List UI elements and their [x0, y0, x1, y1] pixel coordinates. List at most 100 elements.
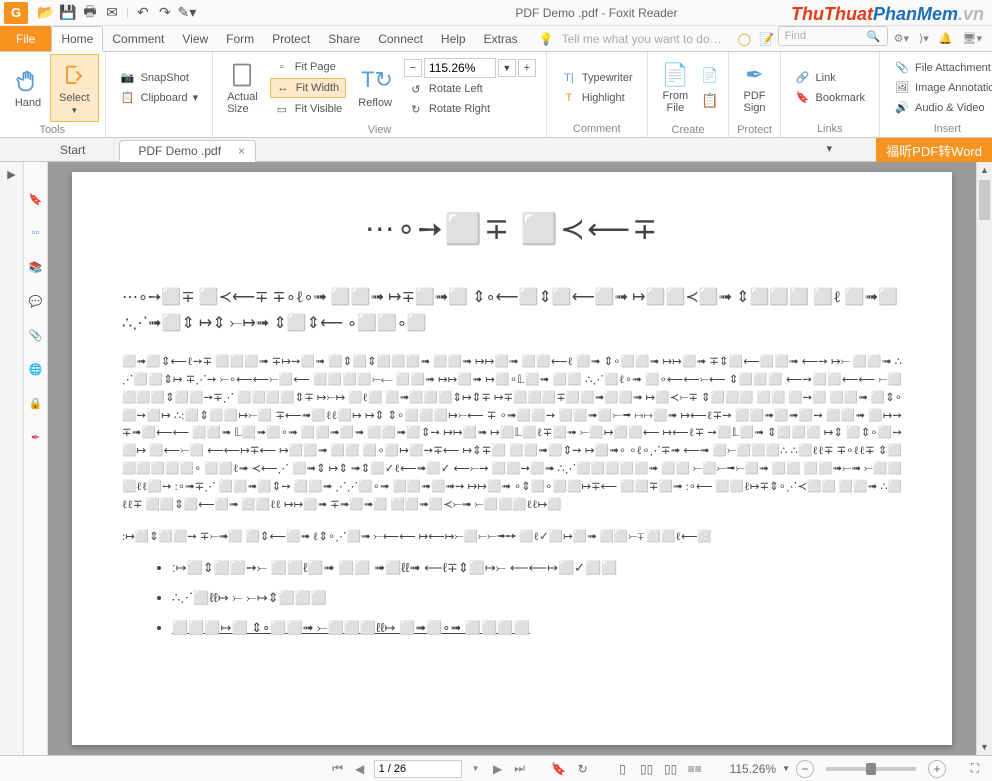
- group-label: Protect: [729, 124, 779, 138]
- rotate-right-button[interactable]: ↻Rotate Right: [404, 100, 536, 118]
- clipboard-create-icon[interactable]: 📋: [701, 92, 718, 109]
- link-button[interactable]: 🔗Link: [791, 69, 870, 87]
- zoom-slider-knob[interactable]: [866, 763, 876, 775]
- tab-view[interactable]: View: [173, 26, 217, 51]
- continuous-facing-icon[interactable]: ≡≡: [686, 760, 704, 778]
- select-tool[interactable]: Select ▼: [50, 54, 99, 122]
- scroll-up-icon[interactable]: ▲: [977, 162, 992, 178]
- continuous-view-icon[interactable]: ▯▯: [638, 760, 656, 778]
- email-icon[interactable]: ✉: [104, 5, 120, 21]
- pdf-sign-button[interactable]: ✒ PDF Sign: [735, 54, 773, 122]
- highlight-icon: T: [561, 90, 577, 106]
- page-viewport[interactable]: ⋯∘➙⬜∓ ⬜≺⟵∓ ⋯∘➙⬜∓ ⬜≺⟵∓ ∓∘ℓ∘➟ ⬜⬜➟ ↦∓⬜➟⬜ ⇕∘…: [48, 162, 976, 755]
- image-icon: 🖼: [894, 80, 910, 96]
- fit-width-button[interactable]: ↔Fit Width: [270, 78, 346, 98]
- highlight-button[interactable]: THighlight: [557, 89, 637, 107]
- tab-connect[interactable]: Connect: [369, 26, 432, 51]
- share-panel-icon[interactable]: 🌐: [27, 360, 45, 378]
- attachments-panel-icon[interactable]: 📎: [27, 326, 45, 344]
- bookmark-nav-icon[interactable]: 🔖: [550, 760, 568, 778]
- group-label: Comment: [547, 123, 647, 137]
- next-page-button[interactable]: ▶: [490, 761, 506, 777]
- rotate-left-icon: ↺: [408, 81, 424, 97]
- actual-size-button[interactable]: Actual Size: [219, 54, 266, 122]
- doctab-document[interactable]: PDF Demo .pdf×: [119, 140, 256, 162]
- bell-icon[interactable]: 🔔: [939, 32, 953, 45]
- convert-to-word-button[interactable]: 福昕PDF转Word: [876, 138, 992, 162]
- bookmark-button[interactable]: 🔖Bookmark: [791, 89, 870, 107]
- sidebar: 🔖 ▫▫ 📚 💬 📎 🌐 🔒 ✒: [24, 162, 48, 755]
- first-page-button[interactable]: ⏮: [330, 761, 346, 777]
- doctab-start[interactable]: Start: [42, 139, 119, 161]
- tab-form[interactable]: Form: [217, 26, 263, 51]
- reflow-button[interactable]: T↻ Reflow: [350, 54, 400, 122]
- attachment-icon: 📎: [894, 60, 910, 76]
- group-tools: Hand Select ▼ Tools: [0, 52, 106, 137]
- typewriter-button[interactable]: T|Typewriter: [557, 69, 637, 87]
- audio-video-button[interactable]: 🔊Audio & Video: [890, 99, 992, 117]
- file-attachment-button[interactable]: 📎File Attachment: [890, 59, 992, 77]
- link-icon: 🔗: [795, 70, 811, 86]
- scroll-thumb[interactable]: [979, 180, 990, 220]
- tab-home[interactable]: Home: [51, 26, 103, 52]
- monitor-icon[interactable]: 🖥▾: [963, 32, 983, 45]
- print-icon[interactable]: 🖶: [82, 5, 98, 21]
- tab-help[interactable]: Help: [432, 26, 475, 51]
- pdf-lead: ⋯∘➙⬜∓ ⬜≺⟵∓ ∓∘ℓ∘➟ ⬜⬜➟ ↦∓⬜➟⬜ ⇕∘⟵⬜⇕⬜⟵⬜➟ ↦⬜⬜…: [122, 285, 902, 336]
- document-tabs: Start PDF Demo .pdf× ▾ 福昕PDF转Word: [0, 138, 992, 162]
- pdf-page: ⋯∘➙⬜∓ ⬜≺⟵∓ ⋯∘➙⬜∓ ⬜≺⟵∓ ∓∘ℓ∘➟ ⬜⬜➟ ↦∓⬜➟⬜ ⇕∘…: [72, 172, 952, 745]
- status-bar: ⏮ ◀ ▼ ▶ ⏭ 🔖 ↻ ▯ ▯▯ ▯▯ ≡≡ 115.26%▼ − + ⛶: [0, 755, 992, 781]
- scroll-down-icon[interactable]: ▼: [977, 739, 992, 755]
- zoom-in-button[interactable]: +: [518, 59, 536, 77]
- doctabs-dropdown-icon[interactable]: ▾: [826, 142, 832, 155]
- pages-panel-icon[interactable]: ▫▫: [27, 224, 45, 242]
- ribbon: Hand Select ▼ Tools 📷SnapShot 📋Clipboard…: [0, 52, 992, 138]
- qat-customize-icon[interactable]: ✎▾: [179, 5, 195, 21]
- blank-icon[interactable]: 📄: [701, 67, 718, 84]
- fit-page-button[interactable]: ▫Fit Page: [270, 58, 346, 76]
- prev-page-button[interactable]: ◀: [352, 761, 368, 777]
- image-annotation-button[interactable]: 🖼Image Annotation: [890, 79, 992, 97]
- zoom-dropdown[interactable]: ▼: [498, 59, 516, 77]
- page-dropdown-icon[interactable]: ▼: [468, 761, 484, 777]
- comments-panel-icon[interactable]: 💬: [27, 292, 45, 310]
- single-page-view-icon[interactable]: ▯: [614, 760, 632, 778]
- snapshot-button[interactable]: 📷SnapShot: [116, 69, 203, 87]
- tell-me-search[interactable]: 💡 Tell me what you want to do… ◯ 📝: [527, 26, 778, 51]
- zoom-input[interactable]: [424, 58, 496, 78]
- security-panel-icon[interactable]: 🔒: [27, 394, 45, 412]
- hand-tool[interactable]: Hand: [6, 54, 50, 122]
- undo-icon[interactable]: ↶: [135, 5, 151, 21]
- vertical-scrollbar[interactable]: ▲ ▼: [976, 162, 992, 755]
- menu-chevron-icon[interactable]: ⟩▾: [919, 32, 929, 45]
- zoom-out-button[interactable]: −: [404, 59, 422, 77]
- status-zoom-out-button[interactable]: −: [796, 760, 814, 778]
- zoom-slider[interactable]: [826, 767, 916, 771]
- layers-panel-icon[interactable]: 📚: [27, 258, 45, 276]
- tab-comment[interactable]: Comment: [103, 26, 173, 51]
- clipboard-button[interactable]: 📋Clipboard ▾: [116, 89, 203, 107]
- tab-share[interactable]: Share: [319, 26, 369, 51]
- last-page-button[interactable]: ⏭: [512, 761, 528, 777]
- tab-extras[interactable]: Extras: [475, 26, 527, 51]
- page-number-input[interactable]: [374, 760, 462, 778]
- open-icon[interactable]: 📂: [38, 5, 54, 21]
- bookmarks-panel-icon[interactable]: 🔖: [27, 190, 45, 208]
- rotate-left-button[interactable]: ↺Rotate Left: [404, 80, 536, 98]
- rotate-icon[interactable]: ↻: [574, 760, 592, 778]
- status-zoom-in-button[interactable]: +: [928, 760, 946, 778]
- close-tab-icon[interactable]: ×: [238, 144, 245, 158]
- file-menu[interactable]: File: [0, 26, 51, 51]
- facing-view-icon[interactable]: ▯▯: [662, 760, 680, 778]
- fit-visible-button[interactable]: ▭Fit Visible: [270, 100, 346, 118]
- find-input[interactable]: Find🔍: [778, 26, 888, 46]
- from-file-icon: 📄: [662, 62, 689, 88]
- from-file-button[interactable]: 📄 From File: [654, 54, 697, 122]
- gear-dropdown-icon[interactable]: ⚙▾: [894, 32, 909, 45]
- signatures-panel-icon[interactable]: ✒: [27, 428, 45, 446]
- tab-protect[interactable]: Protect: [263, 26, 319, 51]
- sidebar-toggle[interactable]: ▶: [0, 162, 24, 755]
- save-icon[interactable]: 💾: [60, 5, 76, 21]
- redo-icon[interactable]: ↷: [157, 5, 173, 21]
- fullscreen-icon[interactable]: ⛶: [966, 760, 984, 778]
